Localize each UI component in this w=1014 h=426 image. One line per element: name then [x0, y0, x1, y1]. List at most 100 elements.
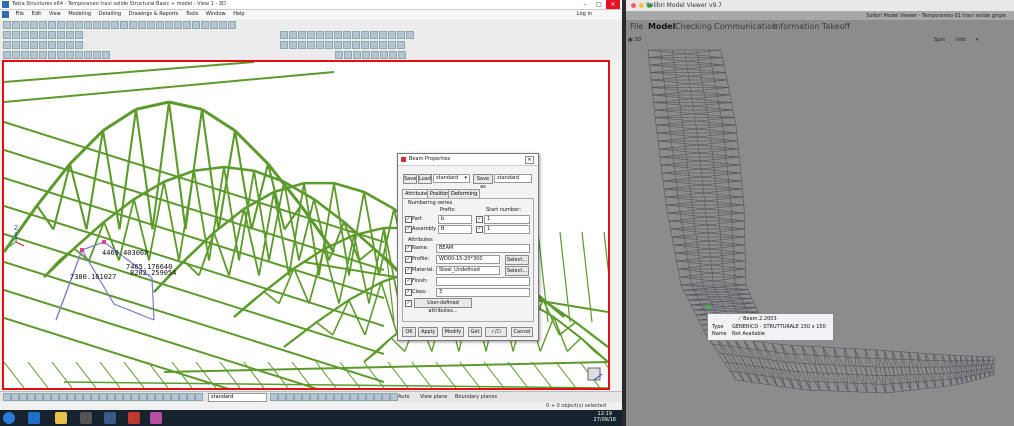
- toolbar-tool-icon[interactable]: [219, 21, 227, 29]
- dialog-close-icon[interactable]: ✕: [525, 156, 534, 164]
- toolbar-tool-icon[interactable]: [353, 51, 361, 59]
- toggle-checkboxes-button[interactable]: ✓/☐: [485, 327, 507, 337]
- toolbar-tool-icon[interactable]: [12, 21, 20, 29]
- toolbar-tool-icon[interactable]: [165, 21, 173, 29]
- finish-field[interactable]: [436, 277, 530, 286]
- file-explorer-icon[interactable]: [55, 412, 67, 424]
- beam-properties-dialog[interactable]: Beam Properties ✕ Save Load standard ▾ Sa…: [397, 153, 539, 341]
- toolbar-tool-icon[interactable]: [397, 41, 405, 49]
- close-dot-icon[interactable]: [631, 3, 636, 8]
- solibri-taskbar-icon[interactable]: [150, 412, 162, 424]
- snap-tool-icon[interactable]: [43, 393, 51, 401]
- toolbar-tool-icon[interactable]: [30, 21, 38, 29]
- toolbar-tool-icon[interactable]: [75, 21, 83, 29]
- toolbar-tool-icon[interactable]: [280, 41, 288, 49]
- toolbar-tool-icon[interactable]: [343, 31, 351, 39]
- toolbar-tool-icon[interactable]: [39, 41, 47, 49]
- login-link[interactable]: Log in: [577, 11, 592, 17]
- toolbar-tool-icon[interactable]: [39, 21, 47, 29]
- menu-modeling[interactable]: Modeling: [65, 10, 94, 18]
- snap-boundary-planes-option[interactable]: Boundary planes: [455, 394, 497, 400]
- toolbar-tool-icon[interactable]: [352, 41, 360, 49]
- toolbar-tool-icon[interactable]: [379, 41, 387, 49]
- part-checkbox[interactable]: ✓: [405, 216, 412, 223]
- toolbar-tool-icon[interactable]: [316, 41, 324, 49]
- snap-tool-icon[interactable]: [187, 393, 195, 401]
- toolbar-tool-icon[interactable]: [57, 21, 65, 29]
- toolbar-tool-icon[interactable]: [201, 21, 209, 29]
- toolbar-tool-icon[interactable]: [334, 41, 342, 49]
- snap-tool-icon[interactable]: [374, 393, 382, 401]
- toolbar-tool-icon[interactable]: [30, 41, 38, 49]
- apply-button[interactable]: Apply: [418, 327, 438, 337]
- minimize-icon[interactable]: –: [578, 0, 592, 9]
- toolbar-tool-icon[interactable]: [380, 51, 388, 59]
- save-button[interactable]: Save: [403, 174, 417, 184]
- toolbar-tool-icon[interactable]: [138, 21, 146, 29]
- toolbar-tool-icon[interactable]: [12, 41, 20, 49]
- profile-select-button[interactable]: Select...: [505, 255, 529, 265]
- toolbar-tool-icon[interactable]: [21, 21, 29, 29]
- snap-tool-icon[interactable]: [155, 393, 163, 401]
- snap-tool-icon[interactable]: [3, 393, 11, 401]
- toolbar-tool-icon[interactable]: [3, 21, 11, 29]
- view-cube-icon[interactable]: [587, 367, 603, 381]
- toolbar-tool-icon[interactable]: [120, 21, 128, 29]
- snap-tool-icon[interactable]: [115, 393, 123, 401]
- snap-tool-icon[interactable]: [382, 393, 390, 401]
- toolbar-tool-icon[interactable]: [66, 21, 74, 29]
- wireframe-model-canvas[interactable]: [626, 45, 1014, 425]
- toolbar-tool-icon[interactable]: [325, 41, 333, 49]
- toolbar-tool-icon[interactable]: [389, 51, 397, 59]
- profile-checkbox[interactable]: ✓: [405, 256, 412, 263]
- toolbar-tool-icon[interactable]: [102, 51, 110, 59]
- snap-tool-icon[interactable]: [350, 393, 358, 401]
- toolbar-tool-icon[interactable]: [57, 51, 65, 59]
- toolbar-tool-icon[interactable]: [334, 31, 342, 39]
- start-icon[interactable]: [3, 412, 15, 424]
- solibri-menu-file[interactable]: File: [630, 22, 643, 31]
- toolbar-tool-icon[interactable]: [75, 31, 83, 39]
- toolbar-tool-icon[interactable]: [84, 21, 92, 29]
- load-select[interactable]: standard ▾: [433, 174, 470, 183]
- menu-detailing[interactable]: Detailing: [96, 10, 124, 18]
- toolbar-tool-icon[interactable]: [183, 21, 191, 29]
- load-button[interactable]: Load: [418, 174, 432, 184]
- snap-tool-icon[interactable]: [294, 393, 302, 401]
- toolbar-tool-icon[interactable]: [57, 41, 65, 49]
- toolbar-tool-icon[interactable]: [66, 41, 74, 49]
- toolbar-tool-icon[interactable]: [343, 41, 351, 49]
- snap-tool-icon[interactable]: [19, 393, 27, 401]
- snap-tool-icon[interactable]: [171, 393, 179, 401]
- toolbar-tool-icon[interactable]: [66, 31, 74, 39]
- toolbar-tool-icon[interactable]: [3, 41, 11, 49]
- snap-tool-icon[interactable]: [131, 393, 139, 401]
- toolbar-tool-icon[interactable]: [39, 51, 47, 59]
- snap-view-plane-option[interactable]: View plane: [420, 394, 447, 400]
- internet-explorer-icon[interactable]: [28, 412, 40, 424]
- toolbar-tool-icon[interactable]: [388, 41, 396, 49]
- user-defined-attributes-button[interactable]: User-defined attributes...: [414, 298, 472, 314]
- snap-tool-icon[interactable]: [123, 393, 131, 401]
- toolbar-tool-icon[interactable]: [298, 41, 306, 49]
- toolbar-tool-icon[interactable]: [93, 51, 101, 59]
- toolbar-tool-icon[interactable]: [379, 31, 387, 39]
- snap-tool-icon[interactable]: [163, 393, 171, 401]
- uda-checkbox[interactable]: ✓: [405, 300, 412, 307]
- snap-tool-icon[interactable]: [139, 393, 147, 401]
- solibri-menu-communication[interactable]: Communication: [714, 22, 777, 31]
- minimize-dot-icon[interactable]: [639, 3, 644, 8]
- snap-tool-icon[interactable]: [302, 393, 310, 401]
- profile-field[interactable]: WD00-15-20*300: [436, 255, 500, 264]
- assembly-checkbox[interactable]: ✓: [405, 226, 412, 233]
- spin-tool[interactable]: Spin: [934, 37, 945, 43]
- snap-tool-icon[interactable]: [342, 393, 350, 401]
- snap-tool-icon[interactable]: [358, 393, 366, 401]
- info-tool[interactable]: Info: [956, 37, 965, 43]
- ok-button[interactable]: OK: [402, 327, 416, 337]
- toolbar-tool-icon[interactable]: [12, 51, 20, 59]
- media-player-icon[interactable]: [80, 412, 92, 424]
- snap-tool-icon[interactable]: [390, 393, 398, 401]
- material-field[interactable]: Steel_Undefined: [436, 266, 500, 275]
- snap-tool-icon[interactable]: [326, 393, 334, 401]
